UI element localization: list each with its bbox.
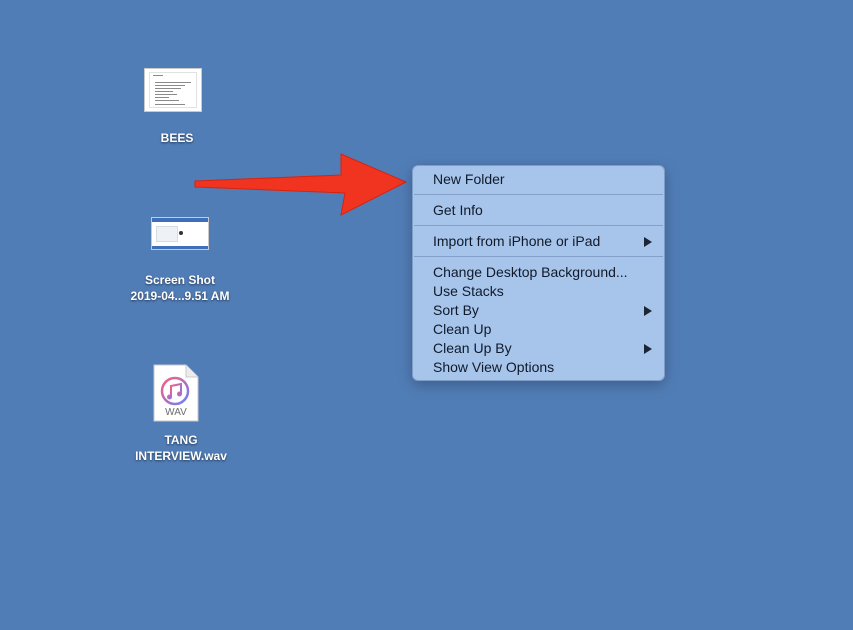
submenu-arrow-icon [644,306,652,316]
menu-item-use-stacks[interactable]: Use Stacks [413,282,664,301]
menu-item-label: Show View Options [433,359,555,375]
desktop-icon-tang-interview[interactable]: WAV TANG INTERVIEW.wav [116,364,246,464]
menu-item-label: Change Desktop Background... [433,264,628,280]
menu-item-sort-by[interactable]: Sort By [413,301,664,320]
menu-item-label: Sort By [433,302,479,318]
submenu-arrow-icon [644,344,652,354]
screenshot-thumbnail-icon [151,217,209,250]
desktop-icon-label: 2019-04...9.51 AM [130,289,230,303]
menu-item-change-desktop-background[interactable]: Change Desktop Background... [413,263,664,282]
menu-separator [414,225,663,226]
desktop-icon-label: INTERVIEW.wav [135,449,227,463]
menu-item-label: Use Stacks [433,283,504,299]
menu-item-clean-up-by[interactable]: Clean Up By [413,339,664,358]
document-thumbnail-icon [144,68,202,112]
wav-badge: WAV [165,407,187,418]
wav-file-icon: WAV [153,364,199,422]
menu-item-clean-up[interactable]: Clean Up [413,320,664,339]
desktop-icon-label: BEES [160,131,194,145]
menu-item-get-info[interactable]: Get Info [413,201,664,220]
menu-item-import-from-iphone[interactable]: Import from iPhone or iPad [413,232,664,251]
submenu-arrow-icon [644,237,652,247]
context-menu: New Folder Get Info Import from iPhone o… [412,165,665,381]
menu-separator [414,194,663,195]
desktop-icon-bees[interactable]: BEES [112,68,242,146]
menu-item-new-folder[interactable]: New Folder [413,170,664,189]
desktop-icon-screen-shot[interactable]: Screen Shot 2019-04...9.51 AM [115,217,245,304]
menu-separator [414,256,663,257]
desktop-icon-label: Screen Shot [144,273,216,287]
menu-item-label: Get Info [433,202,483,218]
desktop-icon-label: TANG [164,433,198,447]
red-arrow-icon [194,153,408,216]
menu-item-label: New Folder [433,171,505,187]
menu-item-label: Clean Up [433,321,492,337]
desktop[interactable]: BEES Screen Shot 2019-04...9.51 AM WAV T… [0,0,853,630]
menu-item-show-view-options[interactable]: Show View Options [413,358,664,377]
menu-item-label: Clean Up By [433,340,512,356]
menu-item-label: Import from iPhone or iPad [433,233,601,249]
